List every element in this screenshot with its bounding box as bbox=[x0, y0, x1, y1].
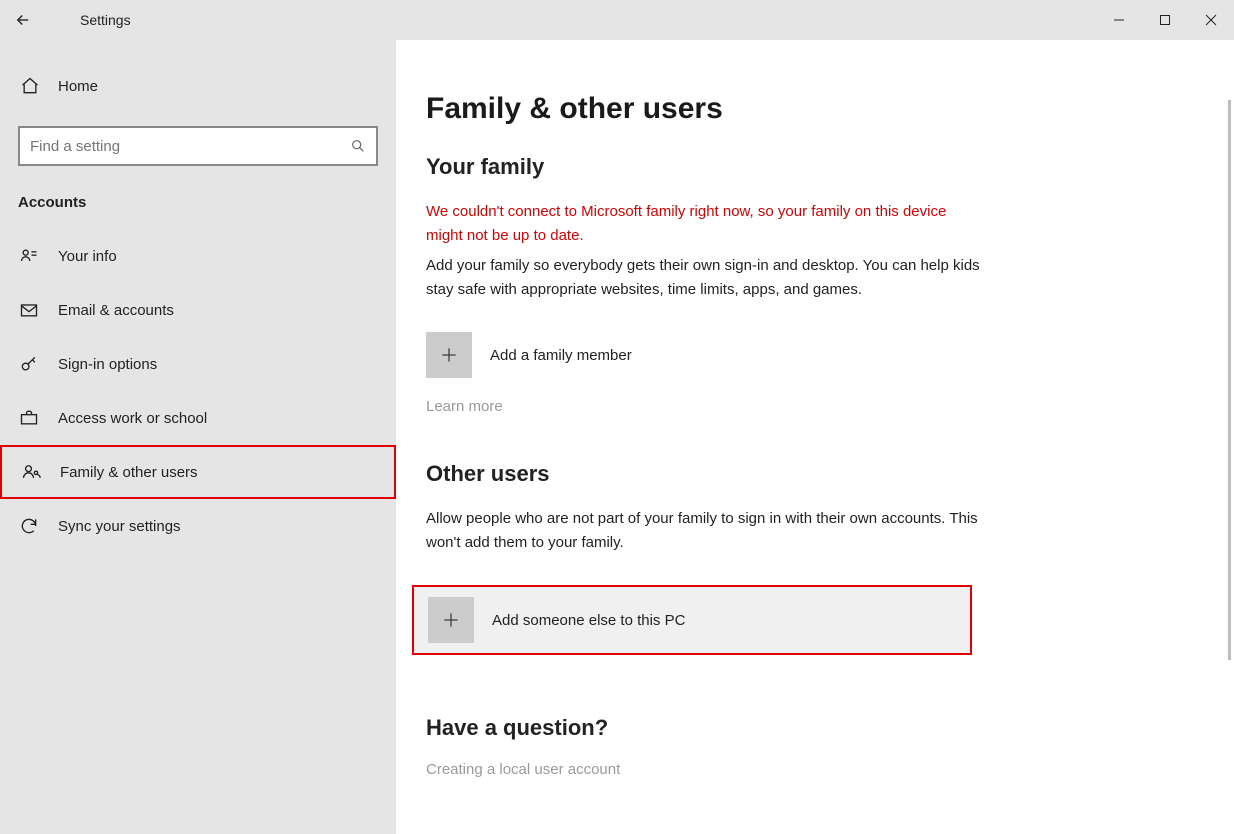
key-icon bbox=[18, 354, 40, 374]
close-icon bbox=[1205, 14, 1217, 26]
person-card-icon bbox=[18, 246, 40, 266]
add-someone-label: Add someone else to this PC bbox=[492, 612, 685, 629]
nav-label: Email & accounts bbox=[58, 302, 174, 319]
search-icon bbox=[350, 138, 366, 154]
nav-label: Sign-in options bbox=[58, 356, 157, 373]
help-link[interactable]: Creating a local user account bbox=[426, 761, 1186, 778]
nav-label: Sync your settings bbox=[58, 518, 181, 535]
add-someone-else-button[interactable]: Add someone else to this PC bbox=[412, 585, 972, 655]
close-button[interactable] bbox=[1188, 0, 1234, 40]
nav-sync-settings[interactable]: Sync your settings bbox=[0, 499, 396, 553]
content-area: Family & other users Your family We coul… bbox=[396, 40, 1234, 834]
search-input-wrap[interactable] bbox=[18, 126, 378, 166]
briefcase-icon bbox=[18, 408, 40, 428]
nav-signin-options[interactable]: Sign-in options bbox=[0, 337, 396, 391]
arrow-left-icon bbox=[14, 11, 32, 29]
mail-icon bbox=[18, 300, 40, 320]
other-users-heading: Other users bbox=[426, 461, 1186, 487]
minimize-button[interactable] bbox=[1096, 0, 1142, 40]
add-family-label: Add a family member bbox=[490, 347, 632, 364]
plus-icon bbox=[426, 332, 472, 378]
nav-your-info[interactable]: Your info bbox=[0, 229, 396, 283]
learn-more-link[interactable]: Learn more bbox=[426, 398, 1186, 415]
nav-access-work[interactable]: Access work or school bbox=[0, 391, 396, 445]
window-title: Settings bbox=[45, 12, 131, 28]
nav-label: Your info bbox=[58, 248, 117, 265]
plus-icon bbox=[428, 597, 474, 643]
home-label: Home bbox=[58, 78, 98, 95]
maximize-icon bbox=[1159, 14, 1171, 26]
sidebar-section-title: Accounts bbox=[0, 188, 396, 229]
search-input[interactable] bbox=[30, 138, 350, 155]
other-users-description: Allow people who are not part of your fa… bbox=[426, 507, 986, 555]
minimize-icon bbox=[1113, 14, 1125, 26]
nav-family-other-users[interactable]: Family & other users bbox=[0, 445, 396, 499]
nav-label: Access work or school bbox=[58, 410, 207, 427]
page-title: Family & other users bbox=[426, 92, 1186, 126]
sync-icon bbox=[18, 516, 40, 536]
family-error-text: We couldn't connect to Microsoft family … bbox=[426, 200, 986, 248]
nav-label: Family & other users bbox=[60, 464, 198, 481]
family-heading: Your family bbox=[426, 154, 1186, 180]
maximize-button[interactable] bbox=[1142, 0, 1188, 40]
titlebar: Settings bbox=[0, 0, 1234, 40]
sidebar: Home Accounts Your info Email & accounts bbox=[0, 40, 396, 834]
back-button[interactable] bbox=[0, 0, 45, 40]
people-icon bbox=[20, 462, 42, 482]
nav-email-accounts[interactable]: Email & accounts bbox=[0, 283, 396, 337]
add-family-member-button[interactable]: Add a family member bbox=[426, 332, 1186, 378]
family-description: Add your family so everybody gets their … bbox=[426, 254, 986, 302]
question-heading: Have a question? bbox=[426, 715, 1186, 741]
home-nav[interactable]: Home bbox=[0, 64, 396, 108]
scrollbar[interactable] bbox=[1228, 100, 1231, 660]
home-icon bbox=[18, 76, 42, 96]
